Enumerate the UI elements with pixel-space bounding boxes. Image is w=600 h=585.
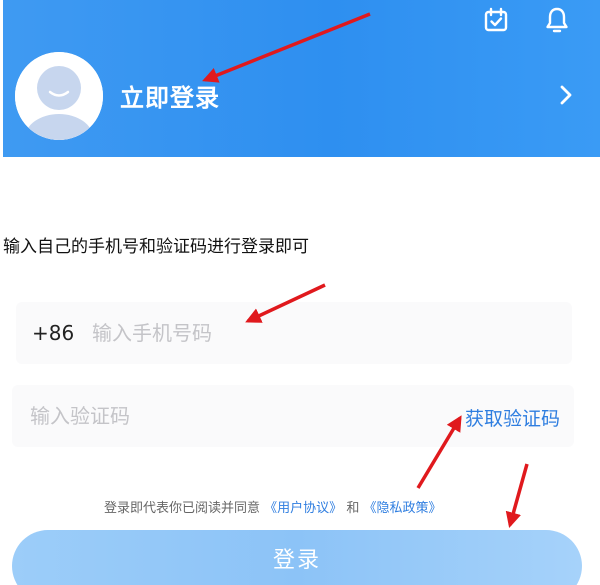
calendar-check-icon[interactable] <box>482 6 510 34</box>
get-code-link[interactable]: 获取验证码 <box>465 404 560 431</box>
login-link[interactable]: 立即登录 <box>120 78 220 113</box>
bell-icon[interactable] <box>543 6 571 34</box>
header-banner: 立即登录 <box>3 0 600 157</box>
agreement-conjunction: 和 <box>346 501 360 516</box>
verification-code-field: 获取验证码 <box>12 385 574 447</box>
avatar-icon <box>15 52 103 140</box>
login-button[interactable]: 登录 <box>12 530 582 585</box>
instruction-text: 输入自己的手机号和验证码进行登录即可 <box>3 237 309 257</box>
chevron-right-icon[interactable] <box>555 82 577 108</box>
agreement-text: 登录即代表你已阅读并同意 《用户协议》 和 《隐私政策》 <box>104 497 441 516</box>
user-agreement-link[interactable]: 《用户协议》 <box>264 501 342 516</box>
country-code[interactable]: +86 <box>32 321 74 345</box>
phone-field: +86 <box>16 302 572 364</box>
privacy-policy-link[interactable]: 《隐私政策》 <box>363 501 441 516</box>
login-button-label: 登录 <box>272 548 321 573</box>
verification-code-input[interactable] <box>30 400 330 432</box>
arrow-to-login-button <box>505 463 529 529</box>
phone-input[interactable] <box>92 317 392 349</box>
avatar[interactable] <box>15 52 103 140</box>
agreement-prefix: 登录即代表你已阅读并同意 <box>104 501 261 516</box>
